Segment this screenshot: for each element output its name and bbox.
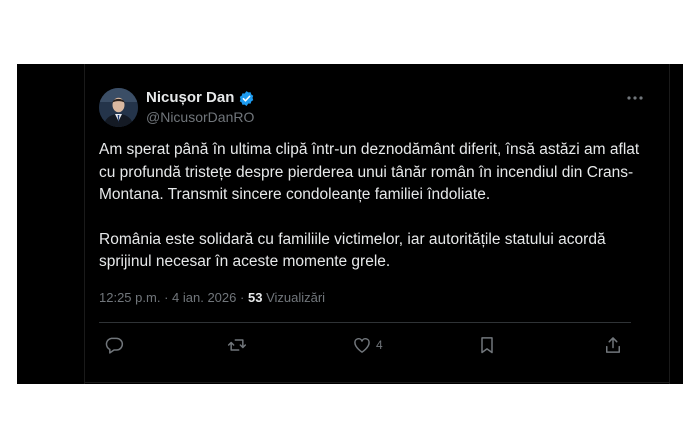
tweet-meta: 12:25 p.m. · 4 ian. 2026 · 53 Vizualizăr… (99, 290, 325, 306)
views-count: 53 (247, 290, 263, 305)
avatar[interactable] (99, 88, 138, 127)
like-count: 4 (376, 338, 383, 352)
verified-badge-icon (238, 90, 255, 107)
column-divider-left (84, 64, 85, 384)
author-name-row: Nicușor Dan (146, 89, 255, 107)
tweet-paragraph-1: Am sperat până în ultima clipă într-un d… (99, 141, 640, 203)
author-name[interactable]: Nicușor Dan (146, 89, 234, 107)
tweet-header: Nicușor Dan @NicusorDanRO (99, 88, 647, 128)
reply-button[interactable] (104, 334, 124, 356)
share-button[interactable] (603, 334, 623, 356)
tweet-date[interactable]: 4 ian. 2026 (172, 290, 236, 305)
heart-icon (354, 337, 370, 353)
meta-separator-2: · (240, 290, 245, 305)
meta-separator: · (164, 290, 169, 305)
tweet-paragraph-2: România este solidară cu familiile victi… (99, 230, 606, 271)
views-label: Vizualizări (266, 290, 326, 305)
more-icon[interactable] (623, 90, 647, 106)
tweet-text: Am sperat până în ultima clipă într-un d… (99, 139, 654, 274)
divider (99, 322, 631, 323)
author-handle[interactable]: @NicusorDanRO (146, 109, 254, 126)
tweet-card: Nicușor Dan @NicusorDanRO Am sperat până… (17, 64, 683, 384)
like-button[interactable]: 4 (352, 334, 383, 356)
card-bottom-rule (84, 382, 670, 383)
column-divider-right (669, 64, 670, 384)
reply-icon (105, 337, 124, 354)
share-icon (606, 337, 620, 353)
bookmark-button[interactable] (477, 334, 497, 356)
retweet-button[interactable] (227, 334, 247, 356)
bookmark-icon (481, 337, 493, 354)
tweet-time[interactable]: 12:25 p.m. (99, 290, 160, 305)
action-bar: 4 (99, 334, 631, 356)
retweet-icon (227, 339, 247, 351)
